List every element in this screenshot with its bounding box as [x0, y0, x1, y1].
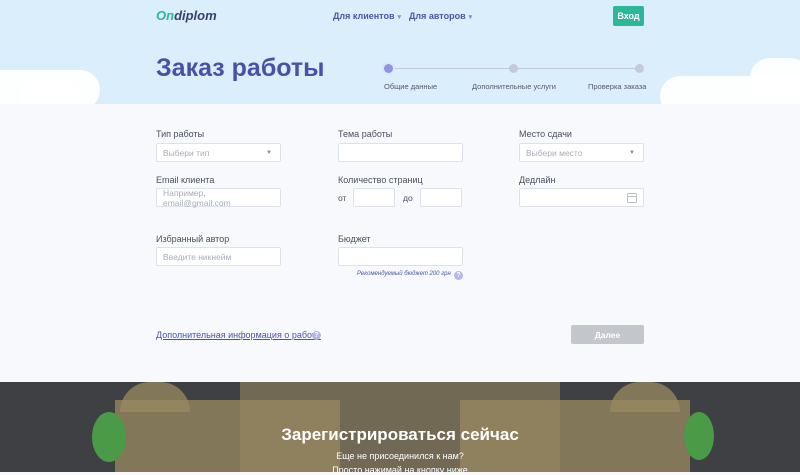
cloud-decoration — [20, 80, 80, 104]
chevron-down-icon: ▾ — [468, 14, 473, 21]
pages-from-label: от — [338, 193, 347, 203]
register-title: Зарегистрироваться сейчас — [281, 425, 519, 444]
question-icon[interactable]: ? — [312, 331, 321, 340]
chevron-down-icon: ▼ — [266, 150, 272, 156]
author-input[interactable]: Введите никнейм — [156, 247, 281, 266]
place-label: Место сдачи — [519, 129, 572, 139]
topic-input[interactable] — [338, 143, 463, 162]
logo-on-text: On — [156, 8, 175, 23]
step-dot — [509, 64, 518, 73]
next-button[interactable]: Далее — [571, 325, 644, 344]
budget-input[interactable] — [338, 247, 463, 266]
author-placeholder: Введите никнейм — [163, 251, 232, 262]
dome-decoration — [120, 382, 190, 412]
question-icon[interactable]: ? — [454, 271, 463, 280]
email-field[interactable]: Например, email@gmail.com — [156, 187, 281, 208]
deadline-label: Дедлайн — [519, 175, 556, 185]
place-select-value: Выбери место — [526, 147, 583, 158]
register-subtitle-1: Еще не присоединился к нам? — [336, 451, 464, 461]
type-select[interactable]: Выбери тип ▼ — [156, 143, 281, 162]
pages-from-input[interactable] — [353, 188, 395, 207]
email-placeholder: Например, email@gmail.com — [163, 187, 231, 208]
type-label: Тип работы — [156, 129, 205, 139]
cloud-decoration — [750, 58, 800, 98]
dome-decoration — [610, 382, 680, 412]
nav-authors-label: Для авторов — [409, 11, 466, 21]
logo-rest-text: diplom — [174, 8, 217, 23]
type-select-value: Выбери тип — [163, 147, 210, 158]
email-label: Email клиента — [156, 175, 215, 185]
pages-to-label: до — [403, 193, 413, 203]
pages-to-input[interactable] — [420, 188, 462, 207]
progress-steps: Общие данные Дополнительные услуги Прове… — [383, 63, 647, 93]
topic-label: Тема работы — [338, 129, 393, 139]
page-title: Заказ работы — [156, 54, 325, 82]
register-subtitle-2: Просто нажимай на кнопку ниже — [332, 465, 468, 475]
nav-clients-label: Для клиентов — [333, 11, 395, 21]
budget-label: Бюджет — [338, 234, 371, 244]
step-dot-active — [384, 64, 393, 73]
more-info-link[interactable]: Дополнительная информация о работе — [156, 330, 321, 340]
chevron-down-icon: ▼ — [629, 150, 635, 156]
deadline-input[interactable] — [519, 188, 644, 207]
step-label-general: Общие данные — [384, 82, 438, 91]
login-button[interactable]: Вход — [613, 6, 644, 26]
nav-clients[interactable]: Для клиентов ▾ — [333, 11, 401, 21]
author-label: Избранный автор — [156, 234, 230, 244]
calendar-icon[interactable] — [627, 193, 637, 203]
budget-hint: Рекомендуемый бюджет 200 грн — [357, 271, 451, 277]
step-label-services: Дополнительные услуги — [472, 82, 556, 91]
logo[interactable]: Ondiplom — [156, 8, 217, 23]
step-dot — [635, 64, 644, 73]
nav-authors[interactable]: Для авторов ▾ — [409, 11, 472, 21]
pages-label: Количество страниц — [338, 175, 423, 185]
step-label-review: Проверка заказа — [588, 82, 647, 91]
place-select[interactable]: Выбери место ▼ — [519, 143, 644, 162]
chevron-down-icon: ▾ — [397, 14, 402, 21]
